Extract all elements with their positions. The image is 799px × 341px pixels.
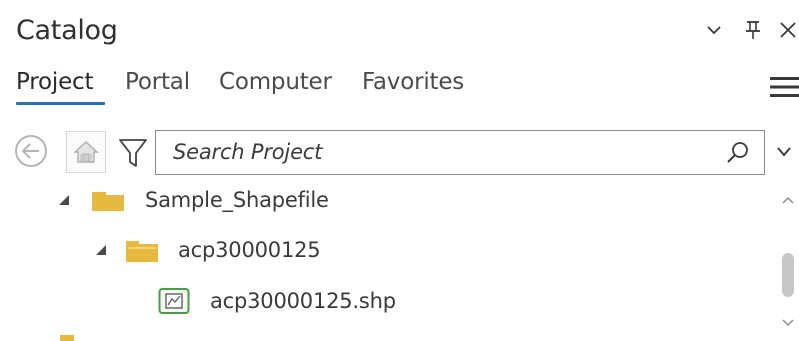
home-icon — [73, 141, 99, 163]
tab-portal[interactable]: Portal — [125, 66, 190, 98]
scroll-down-icon[interactable] — [781, 318, 795, 328]
search-input[interactable]: Search Project — [155, 130, 765, 175]
back-arrow-icon — [15, 135, 47, 167]
filter-button[interactable] — [110, 131, 156, 174]
pin-button[interactable] — [740, 14, 766, 46]
tab-project[interactable]: Project — [16, 66, 93, 98]
active-tab-indicator — [16, 102, 105, 105]
tree-item-label: acp30000125.shp — [210, 289, 396, 313]
search-placeholder: Search Project — [173, 140, 323, 164]
search-options-button[interactable] — [776, 143, 792, 162]
tree-item-acp30000125-shp[interactable]: acp30000125.shp — [158, 281, 396, 321]
folder-icon — [60, 335, 74, 341]
menu-button[interactable] — [770, 75, 799, 103]
filter-icon — [119, 138, 147, 167]
tree-item-label: Sample_Shapefile — [145, 188, 329, 212]
close-icon — [780, 22, 796, 38]
back-button[interactable] — [13, 133, 49, 173]
chevron-down-icon — [777, 147, 791, 157]
hamburger-menu-icon — [770, 77, 799, 97]
panel-options-button[interactable] — [702, 14, 726, 46]
scrollbar-thumb[interactable] — [782, 253, 794, 297]
tree-item-acp30000125-folder[interactable]: acp30000125 — [95, 230, 321, 270]
scroll-up-icon[interactable] — [781, 195, 795, 205]
panel-title: Catalog — [16, 15, 118, 46]
chevron-down-icon — [707, 26, 721, 35]
tree-item-label: acp30000125 — [178, 238, 321, 262]
close-button[interactable] — [778, 14, 799, 46]
vertical-scrollbar[interactable] — [777, 183, 799, 341]
expanded-triangle-icon[interactable] — [95, 244, 107, 256]
pin-icon — [746, 21, 760, 39]
magnifier-icon[interactable] — [726, 141, 750, 165]
tree-item-sample-shapefile[interactable]: Sample_Shapefile — [58, 180, 329, 220]
folder-icon — [92, 192, 124, 211]
expanded-triangle-icon[interactable] — [58, 194, 70, 206]
tab-favorites[interactable]: Favorites — [362, 66, 464, 98]
home-button[interactable] — [66, 131, 106, 173]
tab-computer[interactable]: Computer — [219, 66, 332, 98]
shapefile-icon — [158, 288, 190, 314]
folder-icon — [126, 241, 158, 262]
